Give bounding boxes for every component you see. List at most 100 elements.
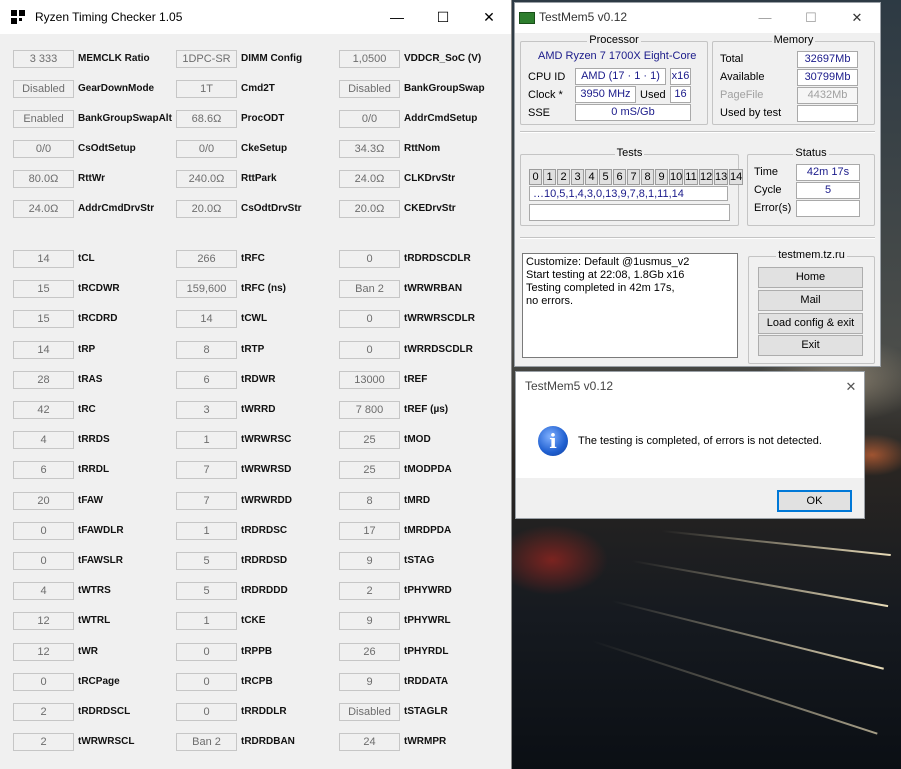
timing-value-field[interactable]: 240.0Ω: [176, 170, 237, 188]
log-line: Testing completed in 42m 17s,: [526, 282, 675, 294]
pagefile-value: 4432Mb: [797, 87, 858, 104]
timing-value-field[interactable]: Disabled: [339, 703, 400, 721]
timing-value-field[interactable]: 25: [339, 431, 400, 450]
timing-value-field[interactable]: 7: [176, 491, 237, 510]
timing-value-field[interactable]: 8: [339, 491, 400, 510]
timing-value-field[interactable]: 1DPC-SR: [176, 50, 237, 68]
timing-label: tREF: [404, 373, 428, 385]
timing-value-field[interactable]: 24: [339, 733, 400, 752]
timing-value-field[interactable]: 0: [176, 642, 237, 661]
timing-value-field[interactable]: 24.0Ω: [339, 170, 400, 188]
timing-value-field[interactable]: 6: [176, 370, 237, 389]
timing-value-field[interactable]: 0: [339, 310, 400, 329]
timing-value-field[interactable]: 0: [176, 703, 237, 721]
timing-value-field[interactable]: 25: [339, 461, 400, 480]
test-cell: 9: [655, 169, 668, 185]
timing-value-field[interactable]: 42: [13, 401, 74, 419]
close-button[interactable]: ✕: [834, 3, 880, 33]
timing-value-field[interactable]: 13000: [339, 370, 400, 389]
timing-value-field[interactable]: 6: [13, 461, 74, 480]
test-log[interactable]: Customize: Default @1usmus_v2 Start test…: [522, 253, 738, 358]
test-cell: 11: [684, 169, 698, 185]
timing-value-field[interactable]: 2: [339, 582, 400, 601]
timing-value-field[interactable]: 17: [339, 521, 400, 540]
timing-value-field[interactable]: 4: [13, 582, 74, 601]
timing-value-field[interactable]: 0: [339, 250, 400, 268]
timing-value-field[interactable]: 5: [176, 582, 237, 601]
home-button[interactable]: Home: [758, 267, 863, 288]
timing-value-field[interactable]: 68.6Ω: [176, 110, 237, 128]
timing-value-field[interactable]: Disabled: [339, 80, 400, 98]
timing-value-field[interactable]: 1,0500: [339, 50, 400, 68]
timing-value-field[interactable]: 34.3Ω: [339, 140, 400, 158]
timing-value-field[interactable]: 80.0Ω: [13, 170, 74, 188]
timing-value-field[interactable]: 20.0Ω: [176, 200, 237, 218]
test-cell: 7: [627, 169, 640, 185]
log-line: Customize: Default @1usmus_v2: [526, 256, 690, 268]
timing-value-field[interactable]: 7 800: [339, 401, 400, 419]
info-icon: i: [538, 426, 568, 456]
timing-label: MEMCLK Ratio: [78, 53, 150, 64]
timing-value-field[interactable]: 12: [13, 612, 74, 631]
timing-value-field[interactable]: 9: [339, 612, 400, 631]
maximize-button[interactable]: ☐: [788, 3, 834, 33]
timing-value-field[interactable]: 4: [13, 431, 74, 450]
timing-value-field[interactable]: 266: [176, 250, 237, 268]
timing-value-field[interactable]: 7: [176, 461, 237, 480]
timing-value-field[interactable]: 0/0: [13, 140, 74, 158]
timing-value-field[interactable]: Disabled: [13, 80, 74, 98]
timing-value-field[interactable]: 20.0Ω: [339, 200, 400, 218]
timing-value-field[interactable]: 3 333: [13, 50, 74, 68]
timing-value-field[interactable]: 20: [13, 491, 74, 510]
rtc-titlebar[interactable]: Ryzen Timing Checker 1.05 — ☐ ✕: [0, 0, 511, 34]
maximize-button[interactable]: ☐: [420, 0, 466, 34]
load-config-exit-button[interactable]: Load config & exit: [758, 313, 863, 334]
dialog-titlebar[interactable]: TestMem5 v0.12 ✕: [516, 372, 864, 402]
close-button[interactable]: ✕: [466, 0, 512, 34]
rtc-window: Ryzen Timing Checker 1.05 — ☐ ✕ 3 333 MEM…: [0, 0, 512, 769]
timing-value-field[interactable]: 0: [339, 340, 400, 359]
timing-value-field[interactable]: 1: [176, 612, 237, 631]
timing-value-field[interactable]: 159,600: [176, 280, 237, 299]
timing-value-field[interactable]: 12: [13, 642, 74, 661]
timing-value-field[interactable]: 0: [176, 672, 237, 691]
timing-value-field[interactable]: 1: [176, 431, 237, 450]
timing-value-field[interactable]: Enabled: [13, 110, 74, 128]
minimize-button[interactable]: —: [374, 0, 420, 34]
timing-value-field[interactable]: 1: [176, 521, 237, 540]
timing-value-field[interactable]: 1T: [176, 80, 237, 98]
timing-value-field[interactable]: 0: [13, 521, 74, 540]
timing-value-field[interactable]: 8: [176, 340, 237, 359]
timing-label: tRDRDSCL: [78, 706, 131, 717]
timing-value-field[interactable]: 14: [176, 310, 237, 329]
dialog-close-button[interactable]: ✕: [828, 372, 874, 402]
timing-value-field[interactable]: 15: [13, 280, 74, 299]
timing-value-field[interactable]: 2: [13, 733, 74, 752]
mail-button[interactable]: Mail: [758, 290, 863, 311]
pagefile-label: PageFile: [720, 89, 764, 101]
timing-value-field[interactable]: 9: [339, 552, 400, 570]
timing-value-field[interactable]: 5: [176, 552, 237, 570]
testmem-titlebar[interactable]: TestMem5 v0.12 — ☐ ✕: [515, 3, 880, 33]
timing-value-field[interactable]: 14: [13, 340, 74, 359]
timing-value-field[interactable]: 0/0: [176, 140, 237, 158]
timing-value-field[interactable]: 28: [13, 370, 74, 389]
timing-value-field[interactable]: Ban 2: [176, 733, 237, 752]
timing-value-field[interactable]: 15: [13, 310, 74, 329]
timing-value-field[interactable]: 3: [176, 401, 237, 419]
rtc-app-icon: [11, 10, 25, 24]
timing-value-field[interactable]: Ban 2: [339, 280, 400, 299]
errors-value: [796, 200, 860, 217]
ok-button[interactable]: OK: [777, 490, 852, 512]
timing-value-field[interactable]: 2: [13, 703, 74, 721]
timing-value-field[interactable]: 24.0Ω: [13, 200, 74, 218]
timing-value-field[interactable]: 26: [339, 642, 400, 661]
timing-value-field[interactable]: 0: [13, 672, 74, 691]
minimize-button[interactable]: —: [742, 3, 788, 33]
exit-button[interactable]: Exit: [758, 335, 863, 356]
timing-value-field[interactable]: 0: [13, 552, 74, 570]
timing-label: tRFC (ns): [241, 283, 286, 295]
timing-value-field[interactable]: 14: [13, 250, 74, 268]
timing-value-field[interactable]: 9: [339, 672, 400, 691]
timing-value-field[interactable]: 0/0: [339, 110, 400, 128]
